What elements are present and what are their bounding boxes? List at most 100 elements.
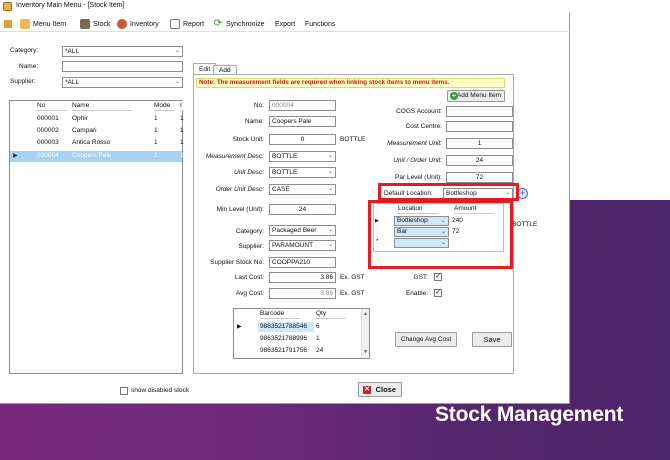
enable-label: Enable: xyxy=(405,290,428,297)
category-filter-select[interactable]: *ALL ⌄ xyxy=(62,46,183,57)
stock-list-grid[interactable]: No Name Mode I 000001 Ophir 1 1 000002 C… xyxy=(9,100,184,374)
column-header-qty[interactable]: Qty xyxy=(316,309,346,319)
supplier-stock-no-field[interactable]: COOPPA210 xyxy=(269,257,336,268)
toolbar-app-icon xyxy=(4,20,12,28)
measurement-desc-value: BOTTLE xyxy=(272,153,298,160)
column-header-barcode[interactable]: Barcode xyxy=(260,309,300,319)
menu-inventory[interactable]: Inventory xyxy=(117,18,159,30)
cell-qty: 6 xyxy=(316,323,320,330)
enable-checkbox[interactable]: ✓ xyxy=(434,289,442,297)
supplier-value: PARAMOUNT xyxy=(272,242,314,249)
menu-bar: Menu Item Stock Inventory Report ⟳ Synch… xyxy=(0,15,570,32)
column-header-extra[interactable]: I xyxy=(180,101,184,111)
cogs-account-label: COGS Account: xyxy=(396,108,442,115)
category-filter-value: *ALL xyxy=(65,48,80,55)
measurement-unit-field[interactable]: 1 xyxy=(446,138,513,149)
measurement-unit-label: Measurement Unit: xyxy=(387,140,442,147)
cell-no: 000001 xyxy=(37,115,59,122)
category-label: Category: xyxy=(235,228,264,235)
chevron-down-icon: ⌄ xyxy=(327,153,333,159)
brand-caption: Stock Management xyxy=(435,403,624,426)
add-menu-item-button[interactable]: + Add Menu Item xyxy=(447,90,505,102)
cell-mode: 1 xyxy=(154,127,158,134)
cell-barcode: 9863521788996 xyxy=(260,335,307,342)
cogs-account-field[interactable] xyxy=(446,106,513,117)
add-menu-item-label: Add Menu Item xyxy=(456,92,501,99)
menu-export[interactable]: Export xyxy=(275,18,295,30)
menu-report[interactable]: Report xyxy=(170,18,204,30)
par-level-field[interactable]: 72 xyxy=(446,172,513,183)
chevron-down-icon: ⌄ xyxy=(327,186,333,192)
column-header-mode[interactable]: Mode xyxy=(154,101,174,111)
row-pointer-icon: ▶ xyxy=(237,324,242,330)
no-label: No: xyxy=(253,102,264,109)
menu-menu-item[interactable]: Menu Item xyxy=(20,18,66,30)
cell-barcode: 9863521791756 xyxy=(260,347,307,354)
table-row[interactable]: 000002 Campari 1 1 xyxy=(10,126,184,136)
min-level-label: Min Level (Unit): xyxy=(216,206,264,213)
menu-inventory-label: Inventory xyxy=(130,20,159,28)
barcode-grid[interactable]: Barcode Qty ▶ 9863521788546 6 9863521788… xyxy=(233,308,370,359)
supplier-label: Supplier: xyxy=(238,243,264,250)
cell-name: Antica Rosso xyxy=(72,139,111,146)
measurement-desc-select[interactable]: BOTTLE ⌄ xyxy=(269,151,336,162)
order-unit-desc-select[interactable]: CASE ⌄ xyxy=(269,184,336,195)
table-row-selected[interactable]: ▶ 000004 Coopers Pale 1 1 xyxy=(10,151,184,162)
column-header-no[interactable]: No xyxy=(37,101,67,111)
scroll-up-icon[interactable]: ▲ xyxy=(363,311,368,317)
gst-label: GST: xyxy=(413,274,428,281)
name-filter-input[interactable] xyxy=(62,61,183,72)
close-icon: ✕ xyxy=(363,386,371,394)
change-avg-cost-button[interactable]: Change Avg Cost xyxy=(395,332,457,347)
menu-synchronize[interactable]: ⟳ Synchronize xyxy=(213,18,265,30)
avg-cost-field: 3.86 xyxy=(269,288,336,299)
location-unit-suffix: BOTTLE xyxy=(512,221,538,228)
table-row[interactable]: 9863521791756 24 xyxy=(258,346,362,356)
save-button[interactable]: Save xyxy=(472,332,512,347)
cell-mode: 1 xyxy=(154,115,158,122)
close-button[interactable]: ✕ Close xyxy=(358,382,402,397)
supplier-filter-select[interactable]: *ALL ⌄ xyxy=(62,77,183,88)
table-row[interactable]: 9863521788546 6 xyxy=(258,322,362,332)
cell-extra: 1 xyxy=(180,152,184,159)
cell-mode: 1 xyxy=(154,139,158,146)
cell-mode: 1 xyxy=(154,152,158,159)
unit-order-unit-field[interactable]: 24 xyxy=(446,155,513,166)
stock-unit-suffix: BOTTLE xyxy=(340,136,366,143)
unit-desc-label: Unit Desc: xyxy=(234,169,264,176)
cell-name: Campari xyxy=(72,127,97,134)
unit-desc-select[interactable]: BOTTLE ⌄ xyxy=(269,167,336,178)
supplier-select[interactable]: PARAMOUNT ⌄ xyxy=(269,240,336,251)
menu-export-label: Export xyxy=(275,20,296,28)
cell-no: 000002 xyxy=(37,127,59,134)
row-pointer-icon: ▶ xyxy=(13,153,18,159)
name-field[interactable]: Coopers Pale xyxy=(269,116,336,127)
table-row[interactable]: 000003 Antica Rosso 1 1 xyxy=(10,138,184,148)
show-disabled-checkbox[interactable] xyxy=(120,387,128,395)
table-row[interactable]: 9863521788996 1 xyxy=(258,334,362,344)
show-disabled-label: show disabled stock xyxy=(131,387,190,394)
unit-order-unit-label: Unit / Order Unit: xyxy=(393,157,442,164)
scroll-down-icon[interactable]: ▼ xyxy=(363,349,368,355)
last-cost-field[interactable]: 3.86 xyxy=(269,272,336,283)
gst-checkbox[interactable]: ✓ xyxy=(434,273,442,281)
supplier-stock-no-label: Supplier Stock No: xyxy=(210,259,264,266)
menu-item-icon xyxy=(20,19,30,29)
min-level-field[interactable]: 24 xyxy=(269,204,336,215)
stock-unit-field[interactable]: 0 xyxy=(269,134,336,145)
column-header-name[interactable]: Name xyxy=(72,101,132,111)
highlight-default-location xyxy=(378,183,519,201)
table-row[interactable]: 000001 Ophir 1 1 xyxy=(10,114,184,124)
tab-add[interactable]: Add xyxy=(213,65,237,74)
barcode-grid-scrollbar[interactable]: ▲ ▼ xyxy=(361,309,369,358)
menu-stock[interactable]: Stock xyxy=(80,18,111,30)
highlight-location-grid xyxy=(368,200,513,269)
add-icon: + xyxy=(450,91,458,100)
cost-centre-field[interactable] xyxy=(446,121,513,132)
menu-functions[interactable]: Functions xyxy=(305,18,335,30)
chevron-down-icon: ⌄ xyxy=(327,169,333,175)
measurement-desc-label: Measurement Desc: xyxy=(205,153,264,160)
category-filter-label: Category: xyxy=(10,47,39,54)
name-filter-label: Name: xyxy=(19,63,39,70)
category-select[interactable]: Packaged Beer ⌄ xyxy=(269,225,336,236)
